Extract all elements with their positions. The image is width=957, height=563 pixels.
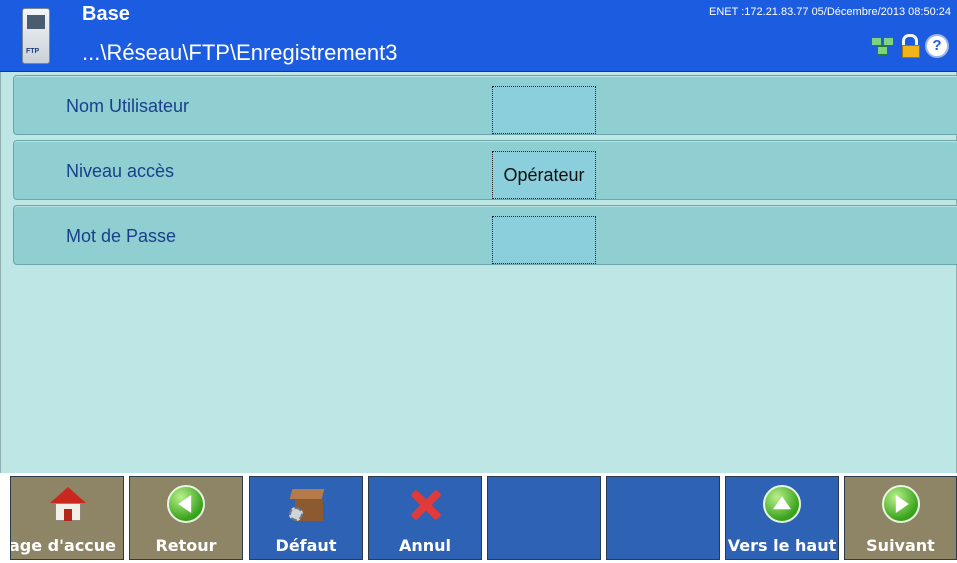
- back-arrow-icon: [167, 485, 205, 523]
- next-arrow-icon: [881, 485, 920, 523]
- scroll-up-button[interactable]: Vers le haut: [725, 476, 839, 560]
- field-label: Mot de Passe: [66, 226, 177, 246]
- password-input[interactable]: [492, 216, 596, 264]
- field-label: Niveau accès: [66, 161, 175, 181]
- field-label: Nom Utilisateur: [66, 96, 190, 116]
- status-line: ENET :172.21.83.77 05/Décembre/2013 08:5…: [709, 6, 951, 18]
- network-status-icon: [871, 37, 895, 55]
- access-level-select[interactable]: Opérateur: [492, 151, 596, 199]
- unlocked-padlock-icon[interactable]: [899, 34, 921, 58]
- field-row-password[interactable]: Mot de Passe: [13, 205, 957, 265]
- home-button[interactable]: age d'accue: [10, 476, 124, 560]
- page-title: Base: [82, 3, 130, 25]
- cancel-x-icon: [406, 485, 444, 523]
- status-icons: ?: [871, 34, 949, 58]
- device-tag: FTP: [26, 48, 40, 55]
- empty-softkey[interactable]: [487, 476, 601, 560]
- back-button[interactable]: Retour: [129, 476, 243, 560]
- default-button[interactable]: Défaut: [249, 476, 363, 560]
- softkey-bar: age d'accue Retour Défaut Annul Vers le …: [0, 473, 957, 563]
- button-label: Annul: [398, 536, 452, 555]
- button-label: Défaut: [275, 536, 337, 555]
- next-button[interactable]: Suivant: [844, 476, 957, 560]
- field-row-access-level[interactable]: Niveau accès Opérateur: [13, 140, 957, 200]
- button-label: Vers le haut: [727, 536, 837, 555]
- empty-softkey[interactable]: [606, 476, 720, 560]
- help-icon[interactable]: ?: [925, 34, 949, 58]
- username-input[interactable]: [492, 86, 596, 134]
- button-label: Suivant: [866, 536, 935, 555]
- settings-panel: Nom Utilisateur Niveau accès Opérateur M…: [0, 72, 957, 473]
- cancel-button[interactable]: Annul: [368, 476, 482, 560]
- ftp-device-icon: FTP: [22, 8, 50, 64]
- field-row-username[interactable]: Nom Utilisateur: [13, 75, 957, 135]
- button-label: age d'accue: [10, 536, 117, 555]
- up-arrow-icon: [763, 485, 801, 523]
- title-bar: FTP Base ...\Réseau\FTP\Enregistrement3 …: [0, 0, 957, 72]
- default-box-icon: [287, 485, 325, 523]
- button-label: Retour: [155, 536, 217, 555]
- home-icon: [48, 485, 86, 523]
- breadcrumb: ...\Réseau\FTP\Enregistrement3: [82, 40, 398, 65]
